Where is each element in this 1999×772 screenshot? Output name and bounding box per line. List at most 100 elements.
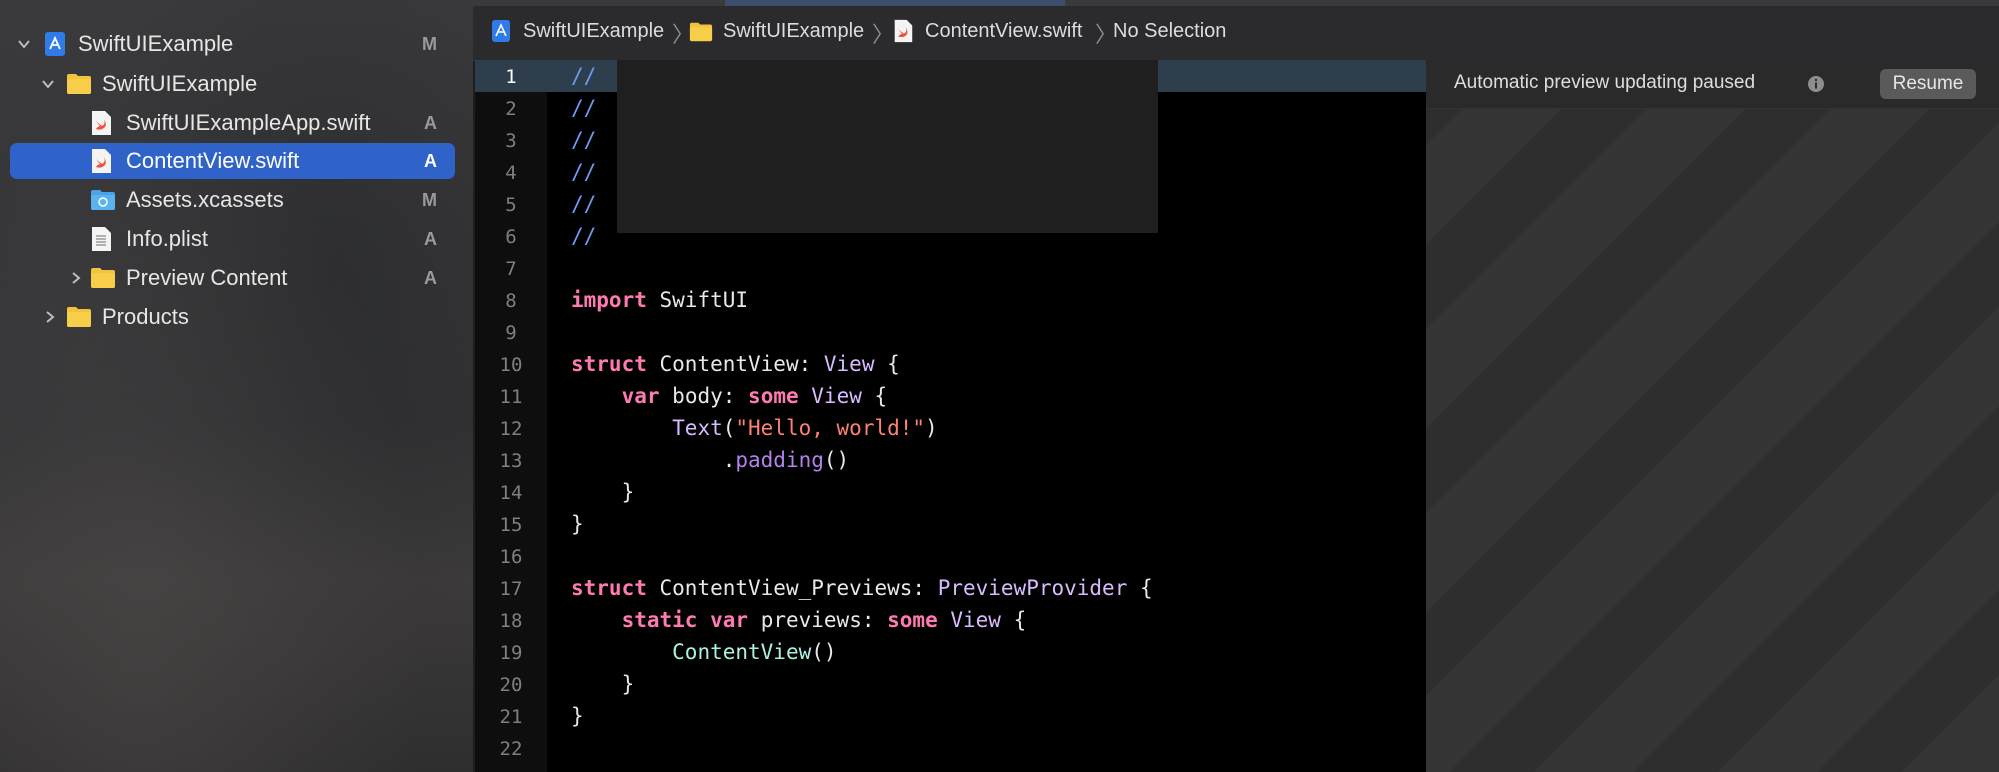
breadcrumb-label: ContentView.swift	[925, 19, 1083, 42]
preview-status-bar: Automatic preview updating paused Resume	[1426, 60, 1999, 109]
keyword-token: struct	[571, 352, 647, 376]
xcode-project-icon	[42, 31, 68, 57]
code-line[interactable]: 8 import SwiftUI	[475, 284, 1426, 316]
code-line[interactable]: 20 }	[475, 668, 1426, 700]
line-number: 22	[499, 738, 523, 760]
active-tab-indicator[interactable]	[725, 0, 1065, 6]
nav-item-swift-file-selected[interactable]: ContentView.swift A	[10, 143, 455, 179]
breadcrumb-project[interactable]: SwiftUIExample	[489, 17, 664, 45]
brace-token: }	[621, 480, 635, 504]
swift-file-icon	[90, 110, 116, 136]
xcode-project-icon	[492, 20, 510, 42]
brace-token: {	[1140, 576, 1153, 600]
nav-item-project[interactable]: SwiftUIExample M	[10, 26, 455, 62]
code-line[interactable]: 21 }	[475, 700, 1426, 732]
code-line[interactable]: 12 Text("Hello, world!")	[475, 412, 1426, 444]
code-line[interactable]: 13 .padding()	[475, 444, 1426, 476]
code-line[interactable]: 19 ContentView()	[475, 636, 1426, 668]
redaction-overlay	[617, 60, 1158, 233]
nav-item-products[interactable]: Products	[10, 299, 455, 335]
folder-icon	[90, 265, 116, 291]
type-token: PreviewProvider	[937, 576, 1128, 600]
scm-status-badge: A	[424, 267, 437, 288]
keyword-token: some	[748, 384, 799, 408]
breadcrumb-symbol[interactable]: No Selection	[1113, 17, 1226, 45]
resume-button[interactable]: Resume	[1880, 69, 1976, 99]
nav-item-label: SwiftUIExampleApp.swift	[126, 110, 371, 135]
identifier-token: previews	[760, 608, 862, 632]
code-line[interactable]: 14 }	[475, 476, 1426, 508]
chevron-down-icon[interactable]	[14, 34, 34, 54]
line-number: 16	[499, 546, 523, 568]
line-number: 20	[499, 674, 523, 696]
line-number: 1	[505, 66, 517, 88]
line-number: 10	[499, 354, 523, 376]
line-number: 14	[499, 482, 523, 504]
line-number: 21	[499, 706, 523, 728]
nav-item-group[interactable]: SwiftUIExample	[10, 66, 455, 102]
keyword-token: import	[571, 288, 647, 312]
identifier-token: ContentView	[659, 352, 799, 376]
identifier-token: ContentView_Previews	[659, 576, 913, 600]
line-number: 13	[499, 450, 523, 472]
nav-item-label: Preview Content	[126, 265, 288, 290]
preview-paused-message: Automatic preview updating paused	[1454, 72, 1756, 93]
preview-canvas[interactable]: Automatic preview updating paused Resume	[1426, 60, 1999, 772]
tab-strip	[473, 0, 1999, 6]
nav-item-label: Assets.xcassets	[126, 187, 284, 212]
folder-icon	[66, 71, 92, 97]
comment-token: //	[571, 128, 597, 152]
type-token: View	[823, 352, 875, 376]
identifier-token: body	[672, 384, 723, 408]
chevron-right-icon[interactable]	[66, 268, 86, 288]
keyword-token: var	[621, 384, 660, 408]
nav-item-swift-file[interactable]: SwiftUIExampleApp.swift A	[10, 105, 455, 141]
line-number: 12	[499, 418, 523, 440]
comment-token: //	[571, 64, 597, 88]
breadcrumb-label: SwiftUIExample	[723, 19, 865, 42]
plist-file-icon	[90, 226, 116, 252]
scm-status-badge: A	[424, 150, 437, 171]
call-token: ContentView	[672, 640, 812, 664]
nav-item-label: SwiftUIExample	[102, 71, 258, 96]
comment-token: //	[571, 192, 597, 216]
nav-item-preview-content[interactable]: Preview Content A	[10, 260, 455, 296]
line-number: 3	[505, 130, 517, 152]
breadcrumb-file[interactable]: ContentView.swift	[891, 17, 1083, 45]
scm-status-badge: A	[424, 112, 437, 133]
swift-file-icon	[90, 148, 116, 174]
swift-file-icon	[894, 19, 913, 43]
nav-item-label: Products	[102, 304, 189, 329]
brace-token: }	[571, 512, 584, 536]
call-token: Text	[672, 416, 723, 440]
nav-item-assets[interactable]: Assets.xcassets M	[10, 182, 455, 218]
line-number: 6	[505, 226, 517, 248]
module-token: SwiftUI	[659, 288, 749, 312]
code-line[interactable]: 10 struct ContentView: View {	[475, 348, 1426, 380]
code-line[interactable]: 18 static var previews: some View {	[475, 604, 1426, 636]
code-line[interactable]: 9	[475, 316, 1426, 348]
folder-icon	[689, 22, 713, 42]
code-line[interactable]: 11 var body: some View {	[475, 380, 1426, 412]
nav-item-plist[interactable]: Info.plist A	[10, 221, 455, 257]
chevron-down-icon[interactable]	[38, 74, 58, 94]
info-icon[interactable]	[1806, 74, 1826, 94]
line-number: 11	[499, 386, 523, 408]
line-number: 15	[499, 514, 523, 536]
code-line[interactable]: 16	[475, 540, 1426, 572]
nav-item-label: ContentView.swift	[126, 148, 300, 173]
scm-status-badge: M	[422, 189, 437, 210]
line-number: 8	[505, 290, 517, 312]
breadcrumb-group[interactable]: SwiftUIExample	[689, 17, 864, 45]
keyword-token: var	[710, 608, 749, 632]
code-line[interactable]: 7	[475, 252, 1426, 284]
scm-status-badge: A	[424, 228, 437, 249]
code-line[interactable]: 17 struct ContentView_Previews: PreviewP…	[475, 572, 1426, 604]
chevron-right-icon[interactable]	[40, 307, 60, 327]
comment-token: //	[571, 96, 597, 120]
code-line[interactable]: 15 }	[475, 508, 1426, 540]
code-line[interactable]: 22	[475, 732, 1426, 764]
string-token: "Hello, world!"	[735, 416, 926, 440]
line-number: 2	[505, 98, 517, 120]
keyword-token: struct	[571, 576, 647, 600]
